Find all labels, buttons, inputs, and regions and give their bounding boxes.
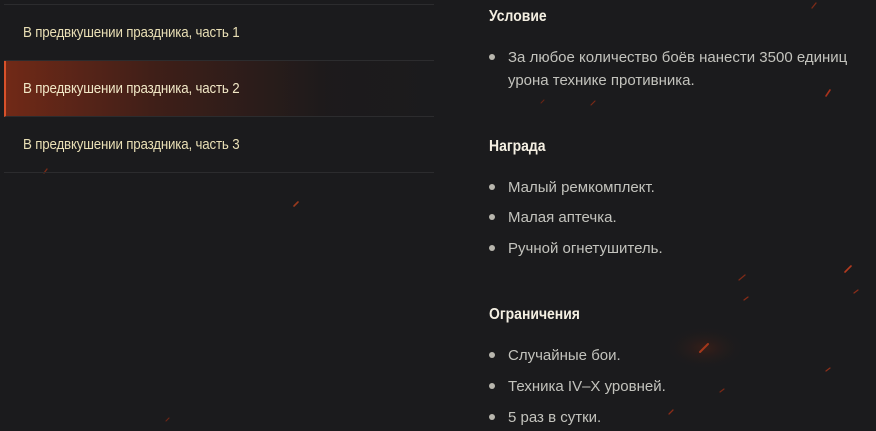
restriction-item: 5 раз в сутки. bbox=[489, 406, 876, 429]
condition-item-text: За любое количество боёв нанести 3500 ед… bbox=[508, 49, 848, 89]
restriction-item-text: Техника IV–X уровней. bbox=[508, 378, 666, 395]
reward-item: Малая аптечка. bbox=[489, 206, 876, 229]
bullet-dot-icon bbox=[489, 383, 495, 389]
quest-item-label: В предвкушении праздника, часть 3 bbox=[23, 136, 240, 153]
quest-item-part-1[interactable]: В предвкушении праздника, часть 1 bbox=[4, 5, 434, 61]
restrictions-heading: Ограничения bbox=[489, 306, 580, 323]
bullet-dot-icon bbox=[489, 245, 495, 251]
reward-item-text: Малая аптечка. bbox=[508, 209, 617, 226]
bullet-dot-icon bbox=[489, 214, 495, 220]
restriction-item: Техника IV–X уровней. bbox=[489, 375, 876, 398]
reward-item: Ручной огнетушитель. bbox=[489, 237, 876, 260]
bullet-dot-icon bbox=[489, 414, 495, 420]
reward-heading: Награда bbox=[489, 138, 546, 155]
restriction-item: Случайные бои. bbox=[489, 344, 876, 367]
reward-item-text: Малый ремкомплект. bbox=[508, 179, 655, 196]
reward-item-text: Ручной огнетушитель. bbox=[508, 240, 663, 257]
restriction-item-text: 5 раз в сутки. bbox=[508, 409, 602, 426]
quest-list: В предвкушении праздника, часть 1 В пред… bbox=[4, 4, 434, 173]
quest-item-part-2[interactable]: В предвкушении праздника, часть 2 bbox=[4, 61, 434, 117]
restriction-item-text: Случайные бои. bbox=[508, 347, 621, 364]
quest-item-label: В предвкушении праздника, часть 2 bbox=[23, 80, 240, 97]
bullet-dot-icon bbox=[489, 352, 495, 358]
quest-item-part-3[interactable]: В предвкушении праздника, часть 3 bbox=[4, 117, 434, 173]
condition-heading: Условие bbox=[489, 8, 547, 25]
bullet-dot-icon bbox=[489, 54, 495, 60]
quest-item-label: В предвкушении праздника, часть 1 bbox=[23, 24, 240, 41]
condition-item: За любое количество боёв нанести 3500 ед… bbox=[489, 46, 876, 92]
reward-item: Малый ремкомплект. bbox=[489, 176, 876, 199]
bullet-dot-icon bbox=[489, 184, 495, 190]
